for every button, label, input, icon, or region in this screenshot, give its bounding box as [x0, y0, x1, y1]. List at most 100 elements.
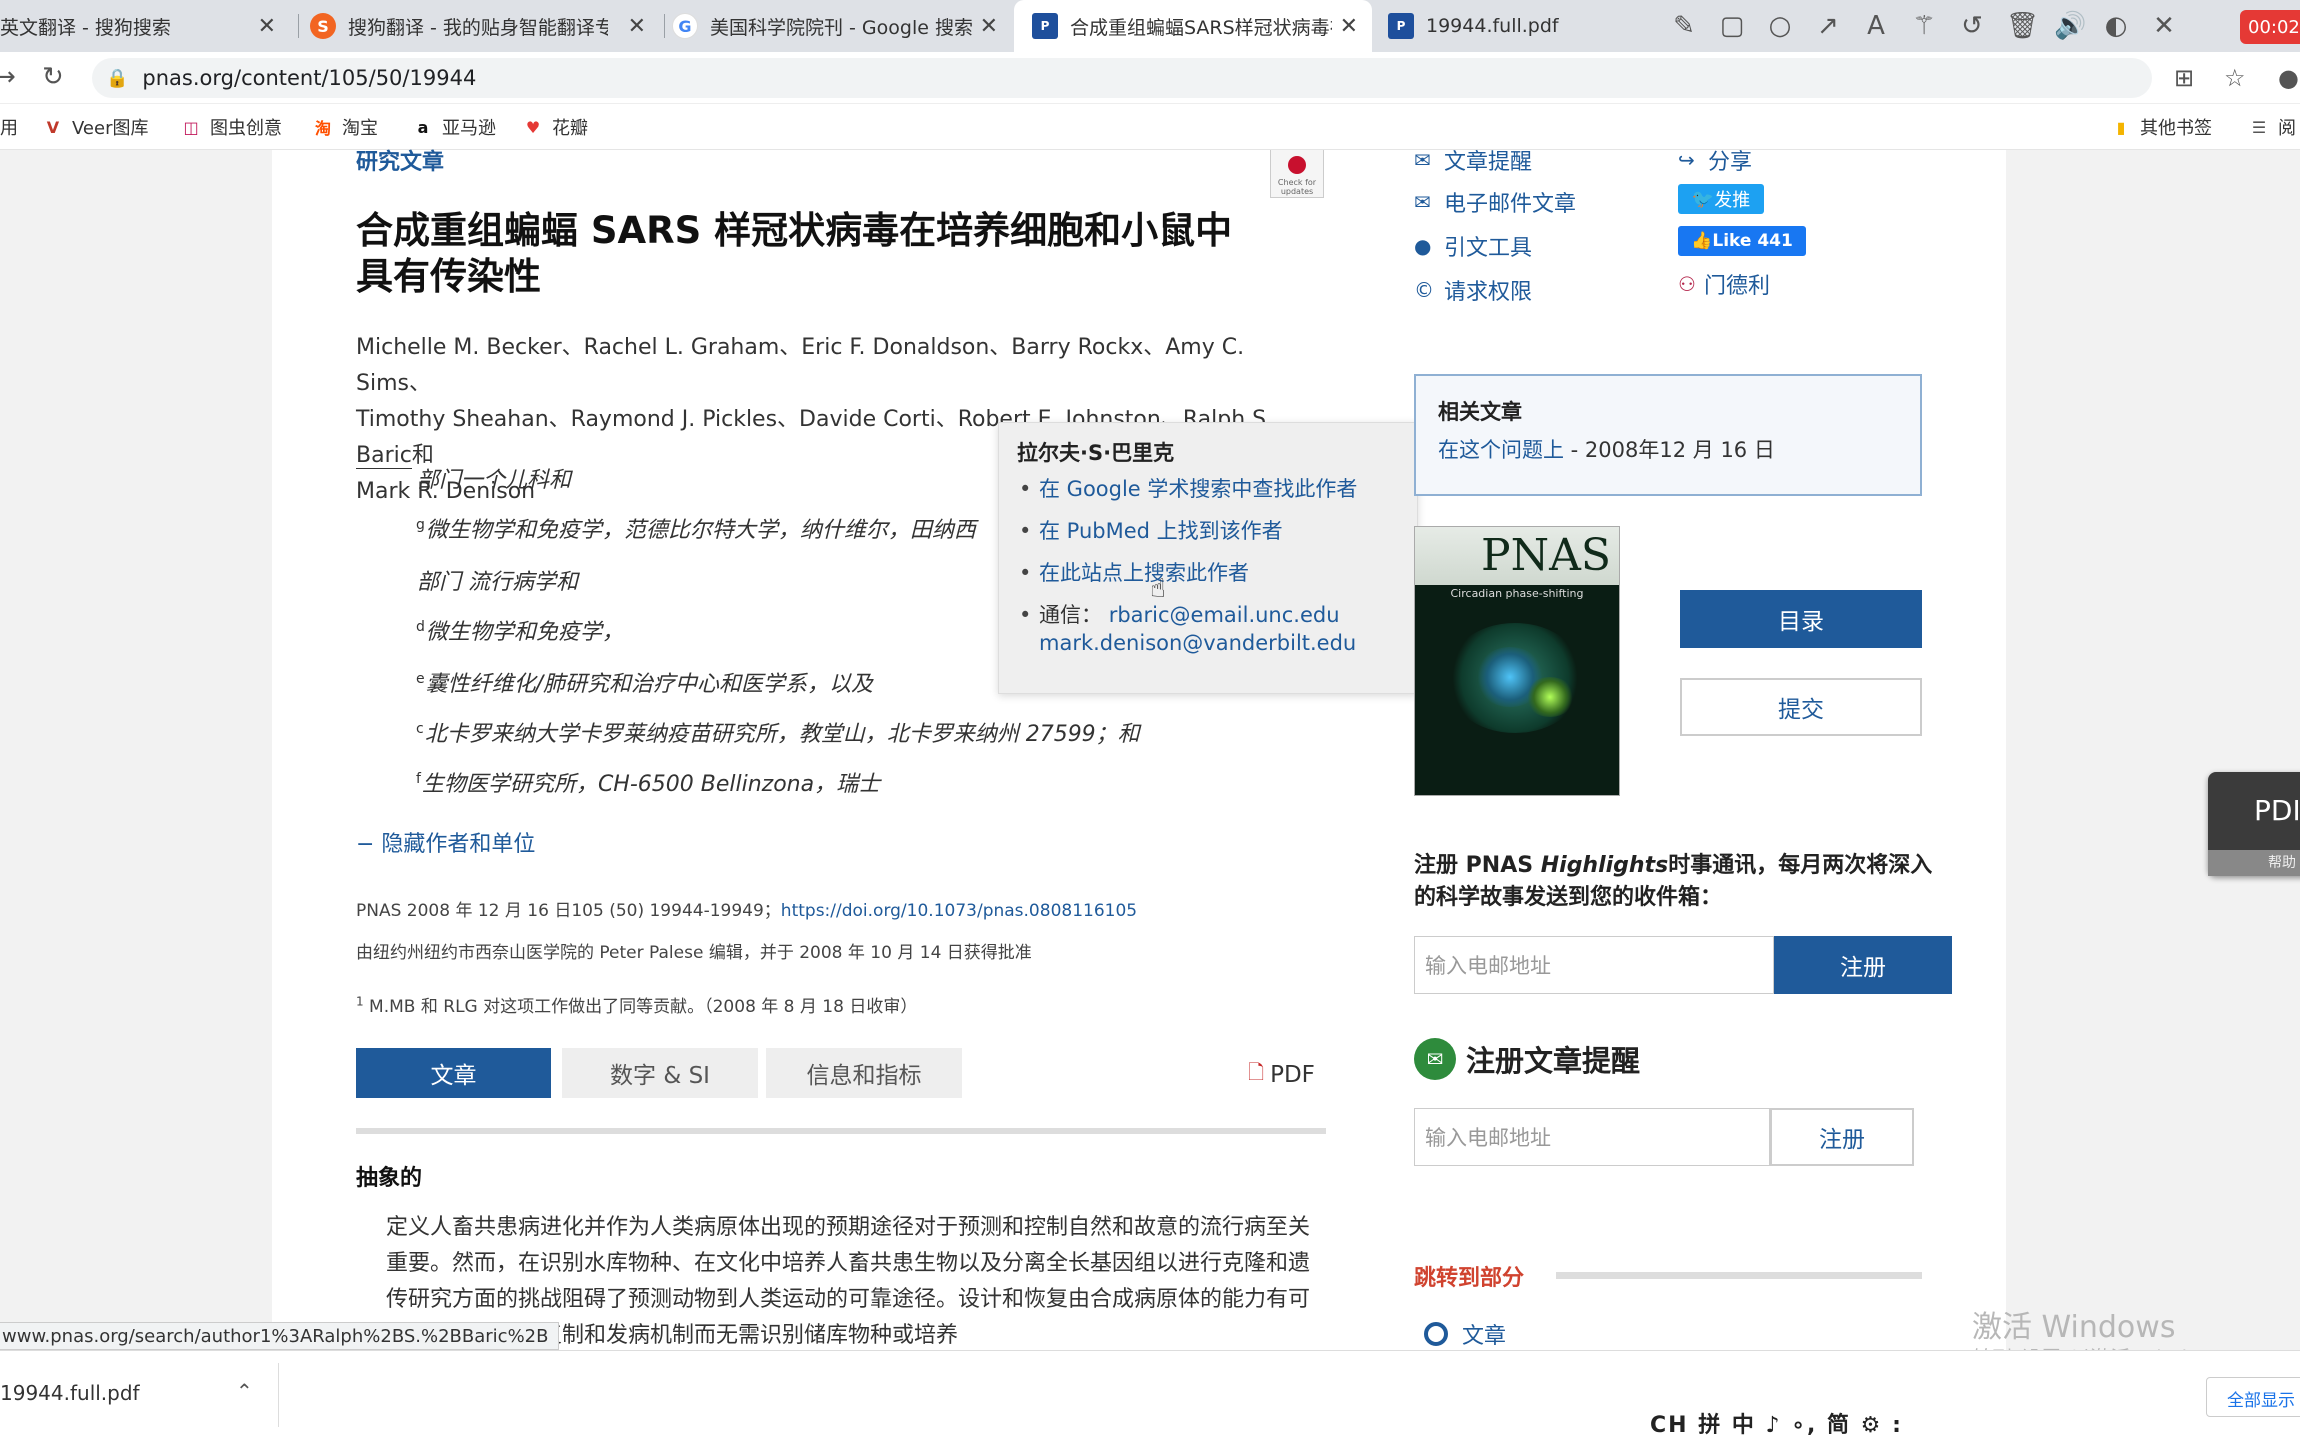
bookmark-amazon[interactable]: a 亚马逊	[412, 114, 496, 140]
tab-title: 搜狗翻译 - 我的贴身智能翻译专	[348, 16, 608, 39]
speaker-icon[interactable]: 🔊	[2054, 11, 2086, 41]
jump-item-article[interactable]: 文章	[1424, 1318, 1506, 1350]
mendeley-link[interactable]: ⚇ 门德利	[1678, 268, 1770, 300]
bookmark-other[interactable]: ▮ 其他书签	[2110, 114, 2212, 140]
author-popup: 拉尔夫·S·巴里克 在 Google 学术搜索中查找此作者 在 PubMed 上…	[998, 422, 1418, 694]
sogou-icon: S	[310, 13, 336, 39]
affiliation: f生物医学研究所，CH-6500 Bellinzona，瑞士	[416, 770, 881, 797]
article-alerts-link[interactable]: ✉ 文章提醒	[1414, 144, 1532, 176]
envelope-icon: ✉	[1414, 1038, 1456, 1080]
citation-tools-link[interactable]: ● 引文工具	[1414, 230, 1532, 262]
affiliation: 部门一个儿科和	[417, 468, 572, 493]
recording-timer[interactable]: 00:02:	[2240, 10, 2300, 44]
related-date: - 2008年12 月 16 日	[1564, 438, 1775, 462]
arrow-icon[interactable]: ↗	[1814, 11, 1842, 41]
circle-icon[interactable]: ○	[1766, 11, 1794, 41]
bookmark-tuchong[interactable]: ◫ 图虫创意	[180, 114, 282, 140]
star-icon[interactable]: ☆	[2224, 64, 2246, 92]
magic-icon[interactable]: ⚚	[1910, 11, 1938, 41]
close-tab-icon[interactable]: ✕	[258, 14, 276, 39]
submit-button[interactable]: 提交	[1680, 678, 1922, 736]
site-search-link[interactable]: 在此站点上搜索此作者	[1039, 561, 1249, 585]
tab-title: 19944.full.pdf	[1426, 15, 1559, 37]
affiliation: 部门 流行病学和	[417, 570, 578, 595]
rectangle-icon[interactable]: ▢	[1718, 11, 1746, 41]
email-link[interactable]: rbaric@email.unc.edu	[1109, 603, 1340, 627]
hide-authors-link[interactable]: − 隐藏作者和单位	[356, 826, 535, 858]
alert-email-input[interactable]: 输入电邮地址	[1414, 1108, 1770, 1166]
tweet-label: 发推	[1714, 190, 1751, 211]
close-tab-icon[interactable]: ✕	[980, 14, 998, 39]
tab-figures-si[interactable]: 数字 & SI	[562, 1048, 758, 1098]
pubmed-link[interactable]: 在 PubMed 上找到该作者	[1039, 519, 1283, 543]
doi-link[interactable]: https://doi.org/10.1073/pnas.0808116105	[781, 901, 1137, 921]
pdf-label: PDF	[1270, 1062, 1315, 1088]
mic-icon[interactable]: ◐	[2102, 11, 2130, 41]
back-icon[interactable]: →	[0, 62, 16, 92]
text-icon[interactable]: A	[1862, 11, 1890, 41]
table-of-contents-button[interactable]: 目录	[1680, 590, 1922, 648]
reload-icon[interactable]: ↻	[42, 62, 64, 92]
tab-sogou-search[interactable]: 英文翻译 - 搜狗搜索 ✕	[0, 0, 290, 52]
pdf-side-widget[interactable]: PDI 帮助	[2208, 772, 2300, 876]
highlights-email-input[interactable]: 输入电邮地址	[1414, 936, 1774, 994]
translate-icon[interactable]: ⊞	[2174, 64, 2194, 92]
tab-title: 英文翻译 - 搜狗搜索	[0, 16, 171, 39]
pdf-link[interactable]: 🗋 PDF	[1248, 1058, 1315, 1092]
tab-title: 合成重组蝙蝠SARS样冠状病毒在	[1070, 16, 1332, 39]
close-icon[interactable]: ✕	[2150, 11, 2178, 41]
jump-item-label: 文章	[1462, 1324, 1507, 1349]
copyright-icon: ©	[1414, 278, 1434, 302]
chevron-up-icon[interactable]: ⌃	[236, 1379, 253, 1403]
show-all-button[interactable]: 全部显示	[2206, 1377, 2300, 1417]
twitter-icon: 🐦	[1691, 188, 1715, 210]
pen-icon[interactable]: ✎	[1670, 11, 1698, 41]
trash-icon[interactable]: 🗑	[2006, 11, 2039, 41]
close-tab-icon[interactable]: ✕	[628, 14, 646, 39]
bookmark-label: 淘宝	[342, 118, 378, 139]
download-file[interactable]: 19944.full.pdf	[0, 1381, 140, 1405]
tab-pdf[interactable]: P 19944.full.pdf	[1372, 0, 1662, 52]
email-article-link[interactable]: ✉ 电子邮件文章	[1414, 186, 1576, 218]
email-link[interactable]: mark.denison@vanderbilt.edu	[1039, 631, 1356, 655]
related-link[interactable]: 在这个问题上	[1438, 438, 1564, 462]
edited-by: 由纽约州纽约市西奈山医学院的 Peter Palese 编辑，并于 2008 年…	[356, 943, 1032, 963]
tab-pnas-article[interactable]: P 合成重组蝙蝠SARS样冠状病毒在 ✕	[1014, 0, 1372, 52]
alert-signup-button[interactable]: 注册	[1770, 1108, 1914, 1166]
lock-icon: 🔒	[106, 67, 129, 89]
windows-watermark: 激活 Windows	[1972, 1310, 2176, 1345]
related-heading: 相关文章	[1438, 400, 1522, 424]
google-scholar-link[interactable]: 在 Google 学术搜索中查找此作者	[1039, 477, 1357, 501]
tool-label: 电子邮件文章	[1444, 192, 1577, 217]
journal-cover-image[interactable]: PNAS Circadian phase-shifting	[1414, 526, 1620, 796]
bookmark-label: 其他书签	[2140, 118, 2212, 139]
tab-info-metrics[interactable]: 信息和指标	[766, 1048, 962, 1098]
tab-sogou-translate[interactable]: S 搜狗翻译 - 我的贴身智能翻译专 ✕	[310, 0, 660, 52]
tab-google-search[interactable]: G 美国科学院院刊 - Google 搜索 ✕	[672, 0, 1012, 52]
article-title: 合成重组蝙蝠 SARS 样冠状病毒在培养细胞和小鼠中具有传染性	[356, 209, 1233, 298]
highlights-signup-button[interactable]: 注册	[1774, 936, 1952, 994]
page-viewport: 研究文章 Check for updates 合成重组蝙蝠 SARS 样冠状病毒…	[0, 148, 2300, 1370]
profile-icon[interactable]: ●	[2278, 64, 2299, 92]
tool-label: 分享	[1708, 150, 1753, 175]
bookmark-apps[interactable]: 用	[0, 114, 18, 140]
tab-article[interactable]: 文章	[356, 1048, 551, 1098]
url-field[interactable]: 🔒 pnas.org/content/105/50/19944	[92, 58, 2152, 98]
share-link[interactable]: ↪ 分享	[1678, 144, 1752, 176]
crossmark-badge[interactable]: Check for updates	[1270, 150, 1324, 198]
like-label: Like 441	[1712, 231, 1793, 251]
bookmark-huaban[interactable]: ♥ 花瓣	[522, 114, 588, 140]
share-icon: ↪	[1678, 148, 1695, 172]
close-tab-icon[interactable]: ✕	[1340, 14, 1358, 39]
footnote: 1 M.MB 和 RLG 对这项工作做出了同等贡献。（2008 年 8 月 18…	[356, 994, 918, 1017]
bookmark-veer[interactable]: V Veer图库	[42, 114, 149, 140]
bookmark-label: Veer图库	[72, 118, 149, 139]
undo-icon[interactable]: ↺	[1958, 11, 1986, 41]
bookmark-reading[interactable]: ☰ 阅	[2248, 114, 2296, 140]
request-permissions-link[interactable]: © 请求权限	[1414, 274, 1532, 306]
facebook-like-button[interactable]: 👍 Like 441	[1678, 226, 1806, 256]
correspondence-label: 通信：	[1039, 603, 1102, 627]
bookmark-taobao[interactable]: 淘淘宝	[312, 114, 378, 140]
ime-toolbar[interactable]: CH 拼 中 ♪ ∘, 简 ⚙ :	[1650, 1407, 1903, 1439]
tweet-button[interactable]: 🐦 发推	[1678, 184, 1764, 214]
